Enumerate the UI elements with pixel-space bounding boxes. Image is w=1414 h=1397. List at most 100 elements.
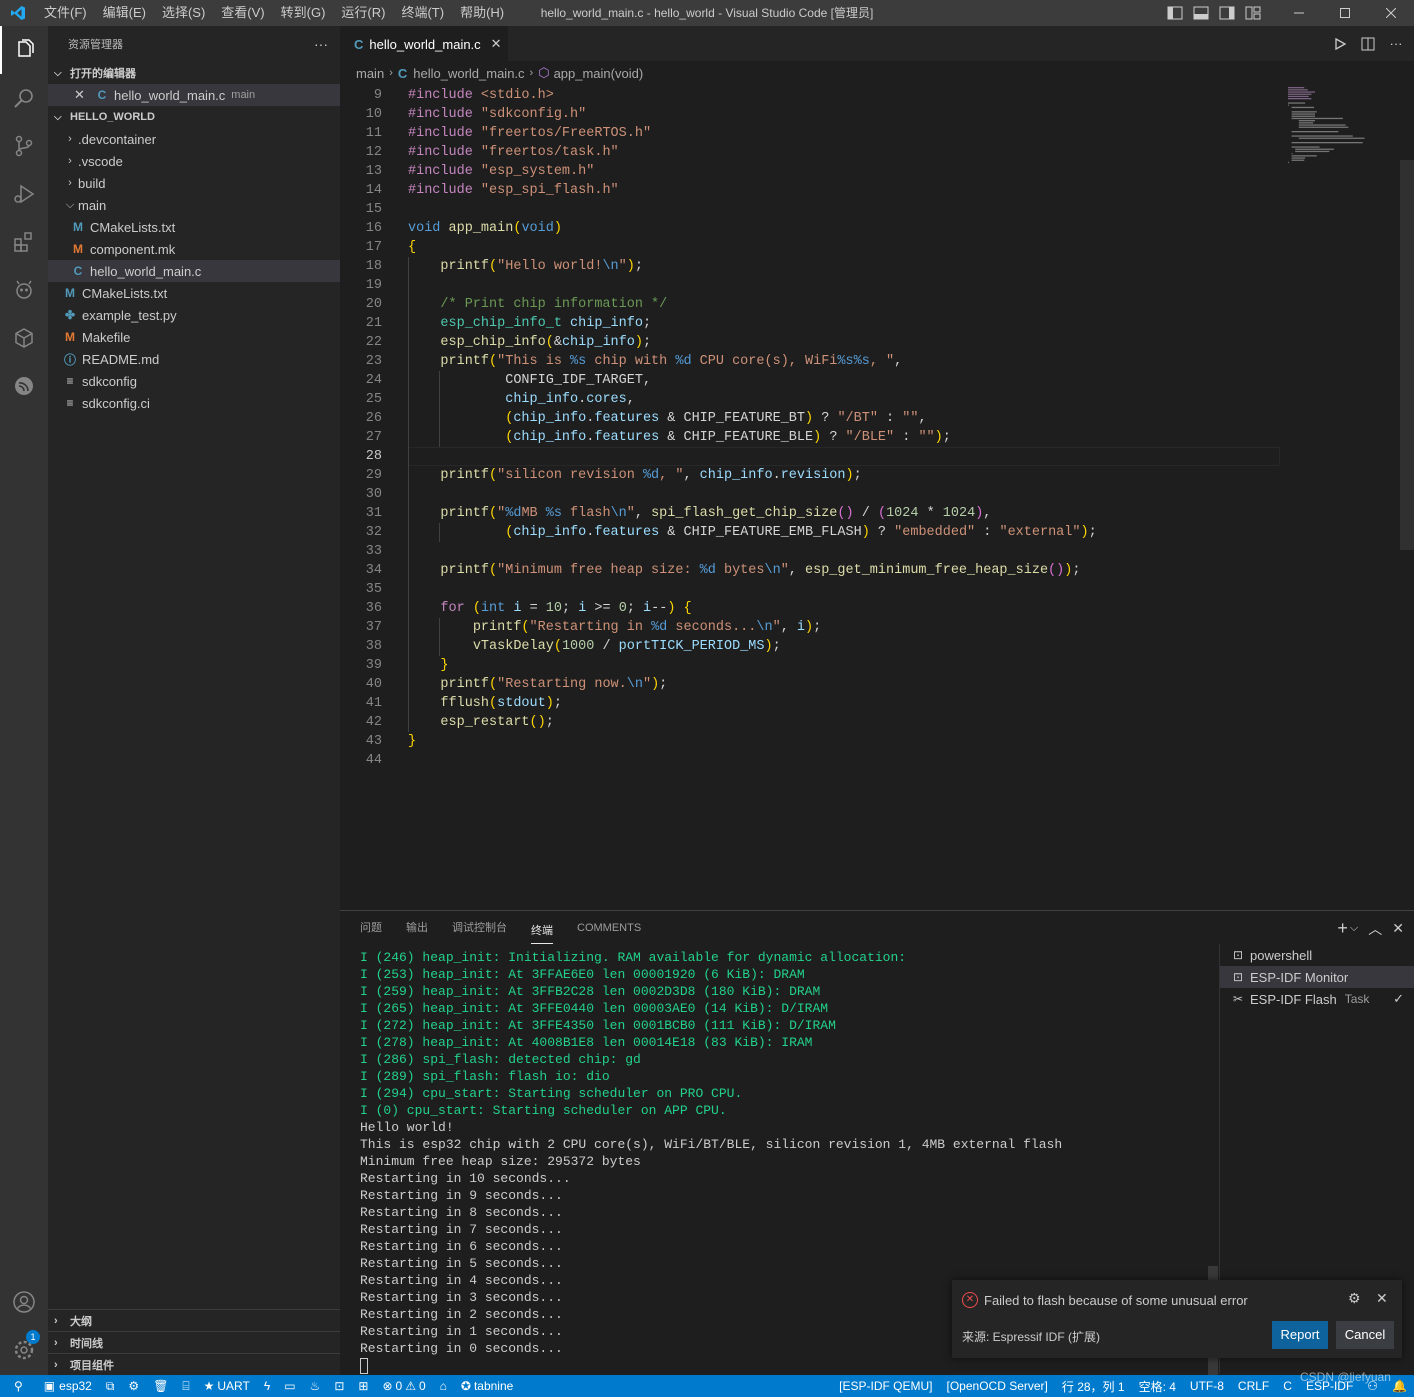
- folder-icon[interactable]: ⧉: [99, 1375, 122, 1397]
- breadcrumb-file[interactable]: hello_world_main.c: [413, 66, 524, 81]
- code-line[interactable]: 25 chip_info.cores,: [340, 390, 1280, 409]
- run-code-icon[interactable]: [1330, 34, 1350, 54]
- code-line[interactable]: 26 (chip_info.features & CHIP_FEATURE_BT…: [340, 409, 1280, 428]
- espressif-logo-icon[interactable]: [0, 362, 48, 410]
- code-line[interactable]: 30: [340, 485, 1280, 504]
- tree-item-main[interactable]: ⌵ main: [48, 194, 340, 216]
- openocd-server[interactable]: [OpenOCD Server]: [940, 1375, 1055, 1397]
- espressif-idf-icon[interactable]: [0, 266, 48, 314]
- code-line[interactable]: 10 #include "sdkconfig.h": [340, 105, 1280, 124]
- settings-icon[interactable]: ⚙: [121, 1375, 146, 1397]
- menu-run[interactable]: 运行(R): [333, 0, 393, 26]
- code-line[interactable]: 39 }: [340, 656, 1280, 675]
- code-line[interactable]: 22 esp_chip_info(&chip_info);: [340, 333, 1280, 352]
- build-icon[interactable]: ⌸: [175, 1375, 196, 1397]
- code-line[interactable]: 33: [340, 542, 1280, 561]
- terminal-item-monitor[interactable]: ⊡ ESP-IDF Monitor: [1220, 966, 1414, 988]
- tab-output[interactable]: 输出: [406, 911, 428, 946]
- code-line[interactable]: 43}: [340, 732, 1280, 751]
- remote-icon[interactable]: ⚲: [0, 1375, 37, 1397]
- settings-gear-icon[interactable]: [0, 1326, 48, 1374]
- code-line[interactable]: 18 printf("Hello world!\n");: [340, 257, 1280, 276]
- monitor-icon[interactable]: ▭: [277, 1375, 302, 1397]
- close-icon[interactable]: ✕: [1376, 1290, 1388, 1307]
- cancel-button[interactable]: Cancel: [1336, 1321, 1394, 1349]
- code-editor[interactable]: 9 #include <stdio.h> 10 #include "sdkconfig…: [340, 85, 1414, 910]
- code-line[interactable]: 17 {: [340, 238, 1280, 257]
- tree-item-sdkconfig[interactable]: ≡ sdkconfig: [48, 370, 340, 392]
- tab-debug-console[interactable]: 调试控制台: [452, 911, 507, 946]
- code-line[interactable]: 42 esp_restart();: [340, 713, 1280, 732]
- code-line[interactable]: 14 #include "esp_spi_flash.h": [340, 181, 1280, 200]
- encoding[interactable]: UTF-8: [1183, 1375, 1231, 1397]
- close-window-icon[interactable]: [1368, 0, 1414, 26]
- tabnine-status[interactable]: ✪ tabnine: [454, 1375, 520, 1397]
- language-mode[interactable]: C: [1276, 1375, 1299, 1397]
- menu-view[interactable]: 查看(V): [213, 0, 272, 26]
- code-line[interactable]: 32 (chip_info.features & CHIP_FEATURE_EM…: [340, 523, 1280, 542]
- tree-item-readme[interactable]: ⓘ README.md: [48, 348, 340, 370]
- tab-problems[interactable]: 问题: [360, 911, 382, 946]
- menu-go[interactable]: 转到(G): [273, 0, 334, 26]
- code-line[interactable]: 16 void app_main(void): [340, 219, 1280, 238]
- maximize-panel-icon[interactable]: ︿: [1368, 919, 1382, 939]
- tree-item-hello-world-main[interactable]: C hello_world_main.c: [48, 260, 340, 282]
- menu-help[interactable]: 帮助(H): [452, 0, 512, 26]
- minimap[interactable]: [1286, 85, 1398, 175]
- close-tab-icon[interactable]: ✕: [491, 36, 502, 52]
- tab-hello-world-main[interactable]: C hello_world_main.c ✕: [340, 26, 508, 61]
- extensions-icon[interactable]: [0, 218, 48, 266]
- tree-item-example-test[interactable]: ✤ example_test.py: [48, 304, 340, 326]
- code-line[interactable]: 41 fflush(stdout);: [340, 694, 1280, 713]
- tree-item-cmakelists[interactable]: M CMakeLists.txt: [48, 282, 340, 304]
- trash-icon[interactable]: 🗑: [146, 1375, 175, 1397]
- outline-section[interactable]: › 大纲: [48, 1309, 340, 1331]
- code-line[interactable]: 35: [340, 580, 1280, 599]
- code-line[interactable]: 31 printf("%dMB %s flash\n", spi_flash_g…: [340, 504, 1280, 523]
- tree-item-main-cmakelists[interactable]: M CMakeLists.txt: [48, 216, 340, 238]
- code-line[interactable]: 19: [340, 276, 1280, 295]
- breadcrumb-symbol[interactable]: app_main(void): [554, 66, 644, 81]
- code-line[interactable]: 21 esp_chip_info_t chip_info;: [340, 314, 1280, 333]
- target-chip[interactable]: ▣ esp32: [37, 1375, 99, 1397]
- menu-file[interactable]: 文件(F): [36, 0, 95, 26]
- project-components-section[interactable]: › 项目组件: [48, 1353, 340, 1375]
- editor-scrollbar-thumb[interactable]: [1400, 160, 1414, 550]
- explorer-icon[interactable]: [0, 26, 48, 74]
- cube-icon[interactable]: [0, 314, 48, 362]
- account-icon[interactable]: [0, 1278, 48, 1326]
- toggle-panel-icon[interactable]: [1188, 0, 1214, 26]
- code-line[interactable]: 34 printf("Minimum free heap size: %d by…: [340, 561, 1280, 580]
- terminal-item-flash[interactable]: ✂ ESP-IDF Flash Task ✓: [1220, 988, 1414, 1010]
- report-button[interactable]: Report: [1272, 1321, 1328, 1349]
- flash-method[interactable]: ★ UART: [197, 1375, 257, 1397]
- customize-layout-icon[interactable]: [1240, 0, 1266, 26]
- flame-icon[interactable]: ♨: [303, 1375, 328, 1397]
- toggle-secondary-sidebar-icon[interactable]: [1214, 0, 1240, 26]
- home-icon[interactable]: ⌂: [433, 1375, 454, 1397]
- esp-idf-qemu[interactable]: [ESP-IDF QEMU]: [832, 1375, 939, 1397]
- terminal-prompt[interactable]: [360, 1357, 1220, 1374]
- tree-item-sdkconfig-ci[interactable]: ≡ sdkconfig.ci: [48, 392, 340, 414]
- chevron-down-icon[interactable]: ⌵: [1350, 922, 1358, 935]
- code-line[interactable]: 9 #include <stdio.h>: [340, 86, 1280, 105]
- code-line[interactable]: 28: [340, 447, 1280, 466]
- tree-item-devcontainer[interactable]: › .devcontainer: [48, 128, 340, 150]
- terminal-item-powershell[interactable]: ⊡ powershell: [1220, 944, 1414, 966]
- menu-selection[interactable]: 选择(S): [154, 0, 213, 26]
- code-line[interactable]: 40 printf("Restarting now.\n");: [340, 675, 1280, 694]
- code-line[interactable]: 24 CONFIG_IDF_TARGET,: [340, 371, 1280, 390]
- breadcrumb-folder[interactable]: main: [356, 66, 384, 81]
- more-actions-icon[interactable]: ···: [1386, 34, 1406, 54]
- open-editor-item[interactable]: ✕ C hello_world_main.c main: [48, 84, 340, 106]
- problems-indicator[interactable]: ⊗ 0 ⚠ 0: [375, 1375, 432, 1397]
- new-terminal-icon[interactable]: +: [1337, 918, 1348, 939]
- source-control-icon[interactable]: [0, 122, 48, 170]
- minimize-icon[interactable]: [1276, 0, 1322, 26]
- toggle-sidebar-icon[interactable]: [1162, 0, 1188, 26]
- tree-item-vscode[interactable]: › .vscode: [48, 150, 340, 172]
- tree-item-component-mk[interactable]: M component.mk: [48, 238, 340, 260]
- cursor-position[interactable]: 行 28，列 1: [1055, 1375, 1132, 1397]
- tab-comments[interactable]: COMMENTS: [577, 911, 641, 946]
- terminal-icon[interactable]: ⊡: [327, 1375, 351, 1397]
